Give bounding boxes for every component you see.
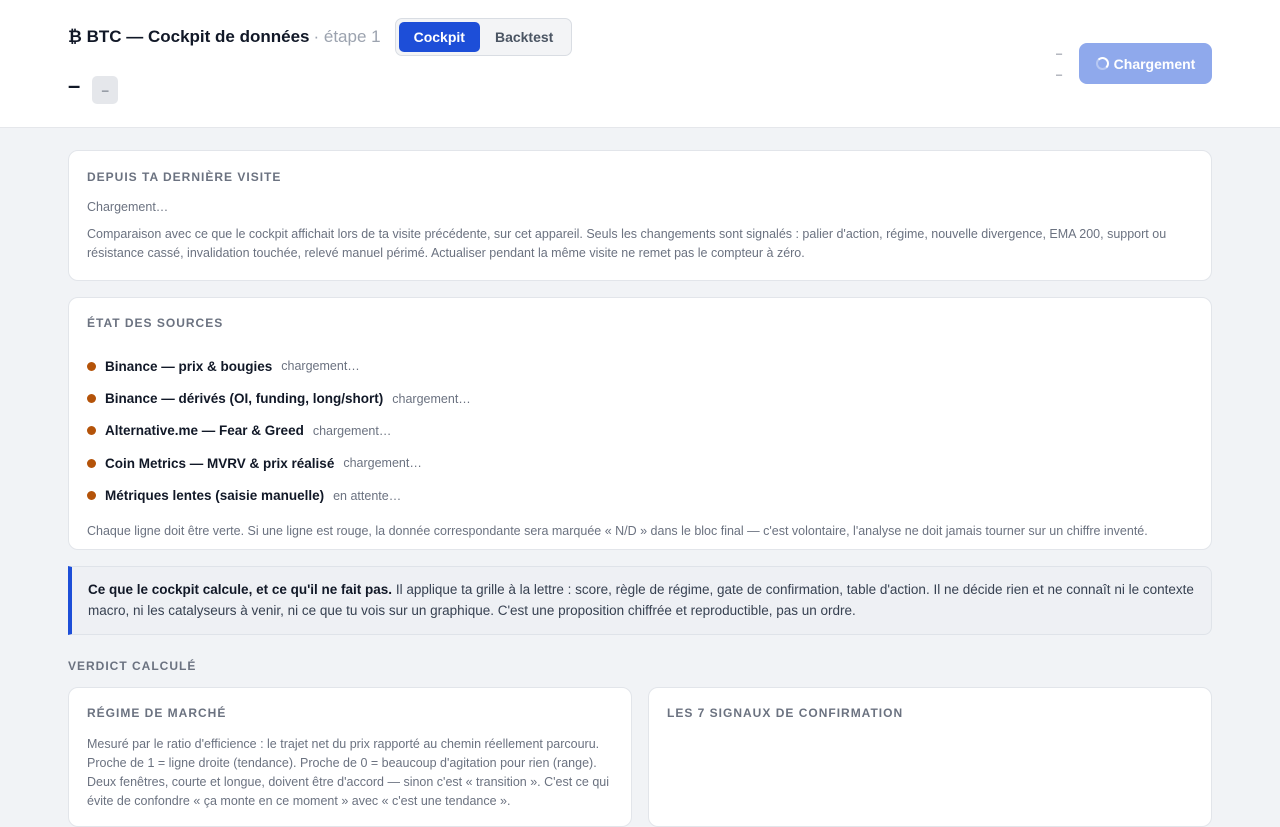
refresh-button[interactable]: Chargement — [1079, 43, 1212, 84]
signals-heading: Les 7 signaux de confirmation — [667, 706, 904, 720]
sources-footnote: Chaque ligne doit être verte. Si une lig… — [87, 523, 1148, 538]
spinner-icon — [1095, 57, 1109, 70]
source-status: chargement… — [392, 391, 471, 406]
status-dot-icon — [87, 394, 96, 404]
source-name: Binance — prix & bougies — [105, 358, 273, 374]
since-last-visit-heading: Depuis ta dernière visite — [87, 170, 282, 184]
view-tabs: Cockpit Backtest — [394, 18, 573, 56]
verdict-heading: VERDICT CALCULÉ — [68, 659, 197, 673]
source-status: chargement… — [312, 423, 392, 438]
source-row: Coin Metrics — MVRV & prix réalisé charg… — [87, 447, 1193, 479]
source-row: Binance — dérivés (OI, funding, long/sho… — [87, 382, 1193, 414]
since-last-visit-card: Depuis ta dernière visite Chargement… Co… — [68, 150, 1212, 281]
signals-card: Les 7 signaux de confirmation — [648, 687, 1212, 827]
since-last-visit-status: Chargement… — [87, 200, 169, 214]
tab-backtest[interactable]: Backtest — [480, 22, 568, 52]
source-status: en attente… — [333, 488, 402, 503]
source-name: Binance — dérivés (OI, funding, long/sho… — [105, 391, 384, 407]
source-name: Coin Metrics — MVRV & prix réalisé — [105, 455, 335, 471]
page-title: ₿ BTC — Cockpit de données — [68, 27, 310, 46]
sources-list: Binance — prix & bougies chargement… Bin… — [87, 350, 1193, 512]
callout-lead: Ce que le cockpit calcule, et ce qu'il n… — [88, 582, 393, 597]
source-row: Binance — prix & bougies chargement… — [87, 350, 1193, 382]
sources-heading: État des sources — [87, 316, 224, 330]
source-name: Métriques lentes (saisie manuelle) — [105, 488, 325, 504]
status-dot-icon — [87, 458, 96, 468]
source-row: Métriques lentes (saisie manuelle) en at… — [87, 480, 1193, 512]
source-status: chargement… — [343, 456, 422, 471]
title-row: ₿ BTC — Cockpit de données · étape 1 Coc… — [68, 18, 573, 56]
regime-heading: Régime de marché — [87, 706, 227, 720]
status-dot-icon — [87, 491, 96, 501]
source-name: Alternative.me — Fear & Greed — [105, 423, 304, 439]
status-dot-icon — [87, 361, 96, 371]
price-row: – – — [68, 73, 119, 104]
regime-card: Régime de marché Mesuré par le ratio d'e… — [68, 687, 632, 827]
disclaimer-callout: Ce que le cockpit calcule, et ce qu'il n… — [68, 566, 1212, 635]
refresh-button-label: Chargement — [1113, 55, 1196, 72]
meta-line-1: – — [1056, 48, 1063, 60]
btc-price: – — [68, 73, 81, 98]
status-dot-icon — [87, 426, 96, 436]
since-last-visit-description: Comparaison avec ce que le cockpit affic… — [87, 227, 1167, 260]
source-row: Alternative.me — Fear & Greed chargement… — [87, 415, 1193, 447]
top-bar: ₿ BTC — Cockpit de données · étape 1 Coc… — [0, 0, 1280, 128]
source-status: chargement… — [281, 359, 360, 374]
meta-line-2: – — [1056, 69, 1063, 81]
price-change-badge: – — [92, 76, 119, 104]
sources-card: État des sources Binance — prix & bougie… — [68, 297, 1212, 550]
tab-cockpit[interactable]: Cockpit — [398, 22, 480, 52]
page-step: · étape 1 — [313, 27, 381, 46]
update-meta: – – — [1056, 44, 1062, 86]
